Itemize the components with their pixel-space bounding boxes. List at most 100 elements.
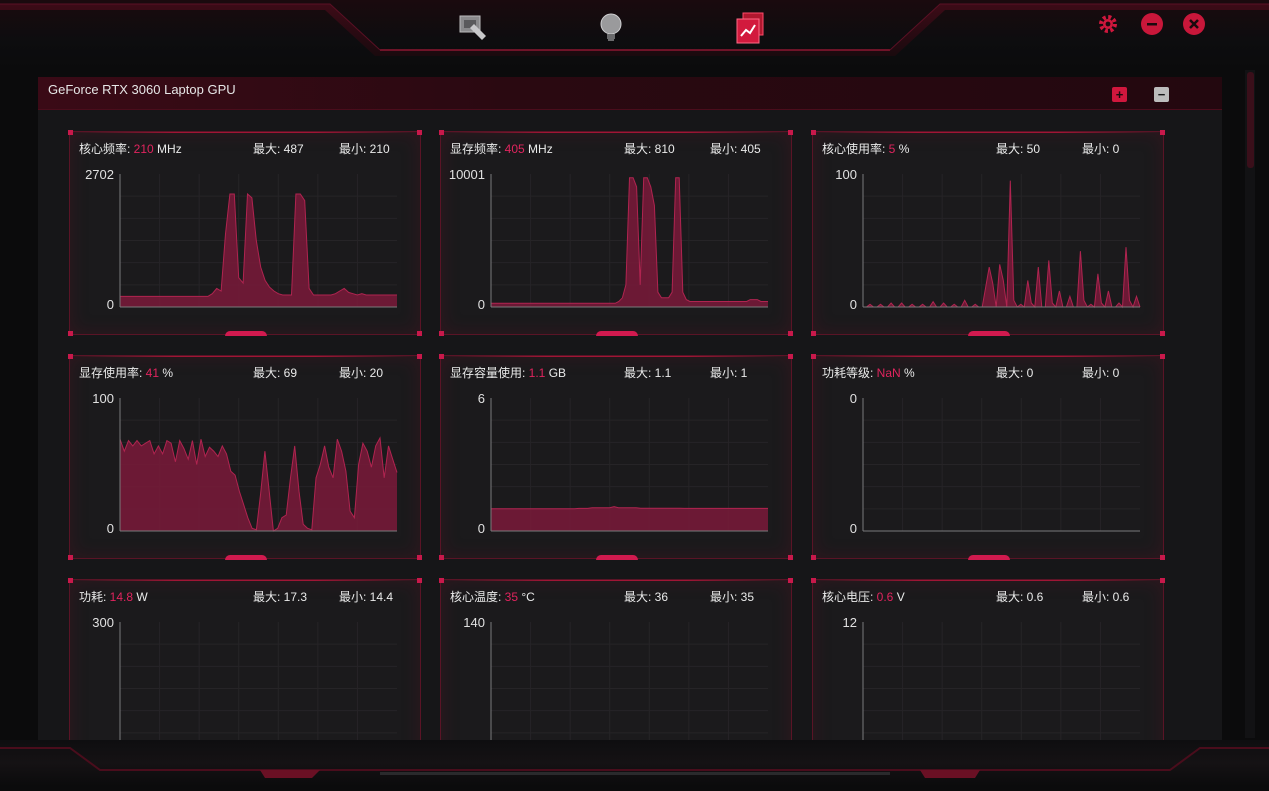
title-bar: [0, 0, 1269, 70]
card-corner: [68, 354, 73, 359]
card-bottom-tab: [596, 331, 638, 336]
card-bottom-tab: [968, 331, 1010, 336]
metric-min: 最小: 1: [710, 364, 747, 381]
y-axis-min-label: 0: [477, 521, 485, 536]
max-value: 0: [1026, 366, 1034, 380]
max-label: 最大:: [253, 590, 284, 604]
card-bottom-tab: [225, 331, 267, 336]
metric-unit: °C: [518, 590, 535, 604]
min-value: 0: [1112, 142, 1120, 156]
y-axis-max-label: 2702: [85, 167, 114, 182]
min-value: 1: [740, 366, 748, 380]
series-area: [863, 180, 1140, 307]
minimize-icon: [1147, 23, 1157, 26]
card-corner: [439, 578, 444, 583]
metric-min: 最小: 35: [710, 588, 754, 605]
card-corner: [1160, 354, 1165, 359]
min-label: 最小:: [339, 590, 370, 604]
max-value: 1.1: [654, 366, 672, 380]
metric-card: 核心频率: 210 MHz 最大: 487 最小: 210 2702 0: [68, 130, 422, 336]
metric-card: 核心电压: 0.6 V 最大: 0.6 最小: 0.6 12: [811, 578, 1165, 740]
min-value: 405: [740, 142, 761, 156]
collapse-button[interactable]: −: [1154, 87, 1169, 102]
series-area: [491, 506, 768, 531]
metric-max: 最大: 17.3: [253, 588, 307, 605]
metric-card: 显存容量使用: 1.1 GB 最大: 1.1 最小: 1 6 0: [439, 354, 793, 560]
metric-max: 最大: 487: [253, 140, 304, 157]
max-label: 最大:: [253, 366, 284, 380]
card-corner: [788, 130, 793, 135]
tab-monitor[interactable]: [733, 10, 769, 46]
y-axis-min-label: 0: [106, 521, 114, 536]
y-axis-min-label: 0: [849, 297, 857, 312]
y-axis-max-label: 6: [477, 391, 485, 406]
card-corner: [811, 555, 816, 560]
min-value: 35: [740, 590, 755, 604]
metric-readout: 功耗等级: NaN %: [822, 364, 915, 381]
add-button[interactable]: +: [1112, 87, 1127, 102]
min-label: 最小:: [710, 590, 741, 604]
card-bottom-tab: [225, 555, 267, 560]
card-top-line: [70, 356, 420, 357]
scrollbar-track[interactable]: [1245, 70, 1255, 738]
metric-unit: MHz: [524, 142, 553, 156]
card-corner: [439, 354, 444, 359]
close-icon: [1189, 19, 1199, 29]
card-header: 功耗等级: NaN % 最大: 0 最小: 0: [822, 364, 1154, 380]
scrollbar-thumb[interactable]: [1247, 72, 1254, 168]
max-label: 最大:: [624, 590, 655, 604]
metric-label: 核心电压:: [822, 590, 877, 604]
metric-min: 最小: 210: [339, 140, 390, 157]
metric-label: 核心温度:: [450, 590, 505, 604]
tab-hardware-info[interactable]: [456, 10, 492, 46]
card-top-line: [70, 580, 420, 581]
max-value: 36: [654, 590, 669, 604]
title-bar-frame: [0, 3, 1269, 56]
card-corner: [811, 578, 816, 583]
card-corner: [1160, 331, 1165, 336]
metric-unit: W: [133, 590, 148, 604]
card-corner: [1160, 578, 1165, 583]
min-label: 最小:: [339, 142, 370, 156]
card-header: 显存频率: 405 MHz 最大: 810 最小: 405: [450, 140, 782, 156]
metric-value: 405: [504, 142, 525, 156]
settings-button[interactable]: [1097, 13, 1119, 35]
metric-label: 显存使用率:: [79, 366, 146, 380]
metric-readout: 核心电压: 0.6 V: [822, 588, 905, 605]
max-value: 810: [654, 142, 675, 156]
metric-card: 核心温度: 35 °C 最大: 36 最小: 35 140: [439, 578, 793, 740]
y-axis-max-label: 10001: [448, 167, 485, 182]
card-corner: [788, 354, 793, 359]
card-header: 核心使用率: 5 % 最大: 50 最小: 0: [822, 140, 1154, 156]
card-corner: [811, 331, 816, 336]
y-axis-max-label: 12: [842, 615, 857, 630]
min-label: 最小:: [710, 366, 741, 380]
metric-chart: [490, 174, 768, 308]
metric-unit: V: [893, 590, 905, 604]
card-header: 显存使用率: 41 % 最大: 69 最小: 20: [79, 364, 411, 380]
metric-min: 最小: 0.6: [1082, 588, 1129, 605]
metric-min: 最小: 405: [710, 140, 761, 157]
card-top-line: [813, 580, 1163, 581]
y-axis-min-label: 0: [849, 521, 857, 536]
max-value: 69: [283, 366, 298, 380]
card-header: 功耗: 14.8 W 最大: 17.3 最小: 14.4: [79, 588, 411, 604]
tab-lighting[interactable]: [594, 10, 630, 46]
card-top-line: [441, 356, 791, 357]
minimize-button[interactable]: [1141, 13, 1163, 35]
metric-value: 41: [145, 366, 160, 380]
min-label: 最小:: [1082, 142, 1113, 156]
y-axis-max-label: 100: [835, 167, 857, 182]
metric-unit: %: [895, 142, 910, 156]
card-corner: [417, 130, 422, 135]
metric-max: 最大: 0.6: [996, 588, 1043, 605]
card-corner: [417, 578, 422, 583]
card-corner: [1160, 555, 1165, 560]
series-area: [120, 194, 397, 307]
metric-max: 最大: 0: [996, 364, 1033, 381]
close-button[interactable]: [1183, 13, 1205, 35]
y-axis-max-label: 0: [849, 391, 857, 406]
min-value: 20: [369, 366, 384, 380]
metric-label: 显存容量使用:: [450, 366, 529, 380]
metric-value: 1.1: [528, 366, 546, 380]
